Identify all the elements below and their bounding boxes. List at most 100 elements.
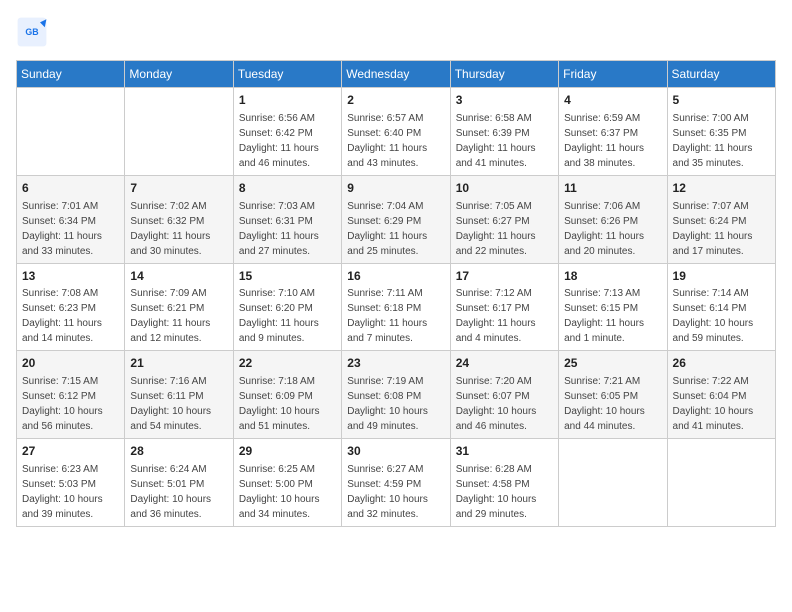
day-number: 20: [22, 355, 119, 372]
day-number: 23: [347, 355, 444, 372]
day-info: Sunrise: 7:10 AMSunset: 6:20 PMDaylight:…: [239, 286, 336, 346]
day-number: 8: [239, 180, 336, 197]
calendar-cell: 29 Sunrise: 6:25 AMSunset: 5:00 PMDaylig…: [233, 439, 341, 527]
day-info: Sunrise: 7:05 AMSunset: 6:27 PMDaylight:…: [456, 199, 553, 259]
day-number: 15: [239, 268, 336, 285]
calendar-table: SundayMondayTuesdayWednesdayThursdayFrid…: [16, 60, 776, 527]
calendar-cell: 7 Sunrise: 7:02 AMSunset: 6:32 PMDayligh…: [125, 175, 233, 263]
day-number: 18: [564, 268, 661, 285]
day-info: Sunrise: 6:23 AMSunset: 5:03 PMDaylight:…: [22, 462, 119, 522]
calendar-cell: 5 Sunrise: 7:00 AMSunset: 6:35 PMDayligh…: [667, 88, 775, 176]
day-info: Sunrise: 7:15 AMSunset: 6:12 PMDaylight:…: [22, 374, 119, 434]
day-info: Sunrise: 7:21 AMSunset: 6:05 PMDaylight:…: [564, 374, 661, 434]
day-number: 7: [130, 180, 227, 197]
calendar-cell: 4 Sunrise: 6:59 AMSunset: 6:37 PMDayligh…: [559, 88, 667, 176]
calendar-cell: 2 Sunrise: 6:57 AMSunset: 6:40 PMDayligh…: [342, 88, 450, 176]
calendar-cell: 6 Sunrise: 7:01 AMSunset: 6:34 PMDayligh…: [17, 175, 125, 263]
day-info: Sunrise: 7:02 AMSunset: 6:32 PMDaylight:…: [130, 199, 227, 259]
day-info: Sunrise: 6:28 AMSunset: 4:58 PMDaylight:…: [456, 462, 553, 522]
calendar-cell: 15 Sunrise: 7:10 AMSunset: 6:20 PMDaylig…: [233, 263, 341, 351]
day-number: 29: [239, 443, 336, 460]
day-number: 28: [130, 443, 227, 460]
calendar-cell: 30 Sunrise: 6:27 AMSunset: 4:59 PMDaylig…: [342, 439, 450, 527]
day-number: 27: [22, 443, 119, 460]
day-number: 31: [456, 443, 553, 460]
calendar-cell: 10 Sunrise: 7:05 AMSunset: 6:27 PMDaylig…: [450, 175, 558, 263]
calendar-cell: 22 Sunrise: 7:18 AMSunset: 6:09 PMDaylig…: [233, 351, 341, 439]
calendar-cell: 16 Sunrise: 7:11 AMSunset: 6:18 PMDaylig…: [342, 263, 450, 351]
logo: GB: [16, 16, 52, 48]
day-info: Sunrise: 7:12 AMSunset: 6:17 PMDaylight:…: [456, 286, 553, 346]
calendar-cell: 17 Sunrise: 7:12 AMSunset: 6:17 PMDaylig…: [450, 263, 558, 351]
calendar-cell: 21 Sunrise: 7:16 AMSunset: 6:11 PMDaylig…: [125, 351, 233, 439]
day-number: 14: [130, 268, 227, 285]
weekday-header-thursday: Thursday: [450, 61, 558, 88]
day-number: 17: [456, 268, 553, 285]
calendar-cell: 19 Sunrise: 7:14 AMSunset: 6:14 PMDaylig…: [667, 263, 775, 351]
day-number: 5: [673, 92, 770, 109]
calendar-cell: 9 Sunrise: 7:04 AMSunset: 6:29 PMDayligh…: [342, 175, 450, 263]
day-number: 13: [22, 268, 119, 285]
weekday-header-monday: Monday: [125, 61, 233, 88]
calendar-cell: 3 Sunrise: 6:58 AMSunset: 6:39 PMDayligh…: [450, 88, 558, 176]
day-number: 11: [564, 180, 661, 197]
calendar-cell: 1 Sunrise: 6:56 AMSunset: 6:42 PMDayligh…: [233, 88, 341, 176]
calendar-cell: 28 Sunrise: 6:24 AMSunset: 5:01 PMDaylig…: [125, 439, 233, 527]
header: GB: [16, 16, 776, 48]
day-info: Sunrise: 6:58 AMSunset: 6:39 PMDaylight:…: [456, 111, 553, 171]
calendar-cell: [17, 88, 125, 176]
day-info: Sunrise: 7:16 AMSunset: 6:11 PMDaylight:…: [130, 374, 227, 434]
svg-text:GB: GB: [25, 27, 38, 37]
day-number: 19: [673, 268, 770, 285]
calendar-cell: 25 Sunrise: 7:21 AMSunset: 6:05 PMDaylig…: [559, 351, 667, 439]
calendar-cell: 14 Sunrise: 7:09 AMSunset: 6:21 PMDaylig…: [125, 263, 233, 351]
day-info: Sunrise: 6:57 AMSunset: 6:40 PMDaylight:…: [347, 111, 444, 171]
weekday-header-tuesday: Tuesday: [233, 61, 341, 88]
day-number: 21: [130, 355, 227, 372]
calendar-cell: 27 Sunrise: 6:23 AMSunset: 5:03 PMDaylig…: [17, 439, 125, 527]
weekday-header-wednesday: Wednesday: [342, 61, 450, 88]
calendar-cell: 20 Sunrise: 7:15 AMSunset: 6:12 PMDaylig…: [17, 351, 125, 439]
weekday-header-sunday: Sunday: [17, 61, 125, 88]
calendar-cell: 31 Sunrise: 6:28 AMSunset: 4:58 PMDaylig…: [450, 439, 558, 527]
day-number: 1: [239, 92, 336, 109]
logo-icon: GB: [16, 16, 48, 48]
day-number: 6: [22, 180, 119, 197]
calendar-cell: 13 Sunrise: 7:08 AMSunset: 6:23 PMDaylig…: [17, 263, 125, 351]
day-number: 26: [673, 355, 770, 372]
calendar-cell: [559, 439, 667, 527]
calendar-cell: [125, 88, 233, 176]
day-number: 22: [239, 355, 336, 372]
day-info: Sunrise: 7:07 AMSunset: 6:24 PMDaylight:…: [673, 199, 770, 259]
day-info: Sunrise: 7:19 AMSunset: 6:08 PMDaylight:…: [347, 374, 444, 434]
day-info: Sunrise: 7:06 AMSunset: 6:26 PMDaylight:…: [564, 199, 661, 259]
day-number: 3: [456, 92, 553, 109]
day-number: 12: [673, 180, 770, 197]
day-number: 9: [347, 180, 444, 197]
weekday-header-friday: Friday: [559, 61, 667, 88]
day-number: 4: [564, 92, 661, 109]
calendar-cell: 8 Sunrise: 7:03 AMSunset: 6:31 PMDayligh…: [233, 175, 341, 263]
day-number: 25: [564, 355, 661, 372]
day-info: Sunrise: 6:59 AMSunset: 6:37 PMDaylight:…: [564, 111, 661, 171]
calendar-cell: 11 Sunrise: 7:06 AMSunset: 6:26 PMDaylig…: [559, 175, 667, 263]
day-info: Sunrise: 6:56 AMSunset: 6:42 PMDaylight:…: [239, 111, 336, 171]
day-info: Sunrise: 7:08 AMSunset: 6:23 PMDaylight:…: [22, 286, 119, 346]
day-info: Sunrise: 6:25 AMSunset: 5:00 PMDaylight:…: [239, 462, 336, 522]
day-info: Sunrise: 6:27 AMSunset: 4:59 PMDaylight:…: [347, 462, 444, 522]
calendar-cell: 24 Sunrise: 7:20 AMSunset: 6:07 PMDaylig…: [450, 351, 558, 439]
calendar-cell: 12 Sunrise: 7:07 AMSunset: 6:24 PMDaylig…: [667, 175, 775, 263]
day-info: Sunrise: 7:18 AMSunset: 6:09 PMDaylight:…: [239, 374, 336, 434]
day-number: 10: [456, 180, 553, 197]
calendar-cell: 23 Sunrise: 7:19 AMSunset: 6:08 PMDaylig…: [342, 351, 450, 439]
day-info: Sunrise: 6:24 AMSunset: 5:01 PMDaylight:…: [130, 462, 227, 522]
weekday-header-saturday: Saturday: [667, 61, 775, 88]
day-info: Sunrise: 7:14 AMSunset: 6:14 PMDaylight:…: [673, 286, 770, 346]
day-info: Sunrise: 7:13 AMSunset: 6:15 PMDaylight:…: [564, 286, 661, 346]
calendar-cell: 26 Sunrise: 7:22 AMSunset: 6:04 PMDaylig…: [667, 351, 775, 439]
day-info: Sunrise: 7:01 AMSunset: 6:34 PMDaylight:…: [22, 199, 119, 259]
day-number: 16: [347, 268, 444, 285]
day-number: 30: [347, 443, 444, 460]
day-number: 24: [456, 355, 553, 372]
day-number: 2: [347, 92, 444, 109]
